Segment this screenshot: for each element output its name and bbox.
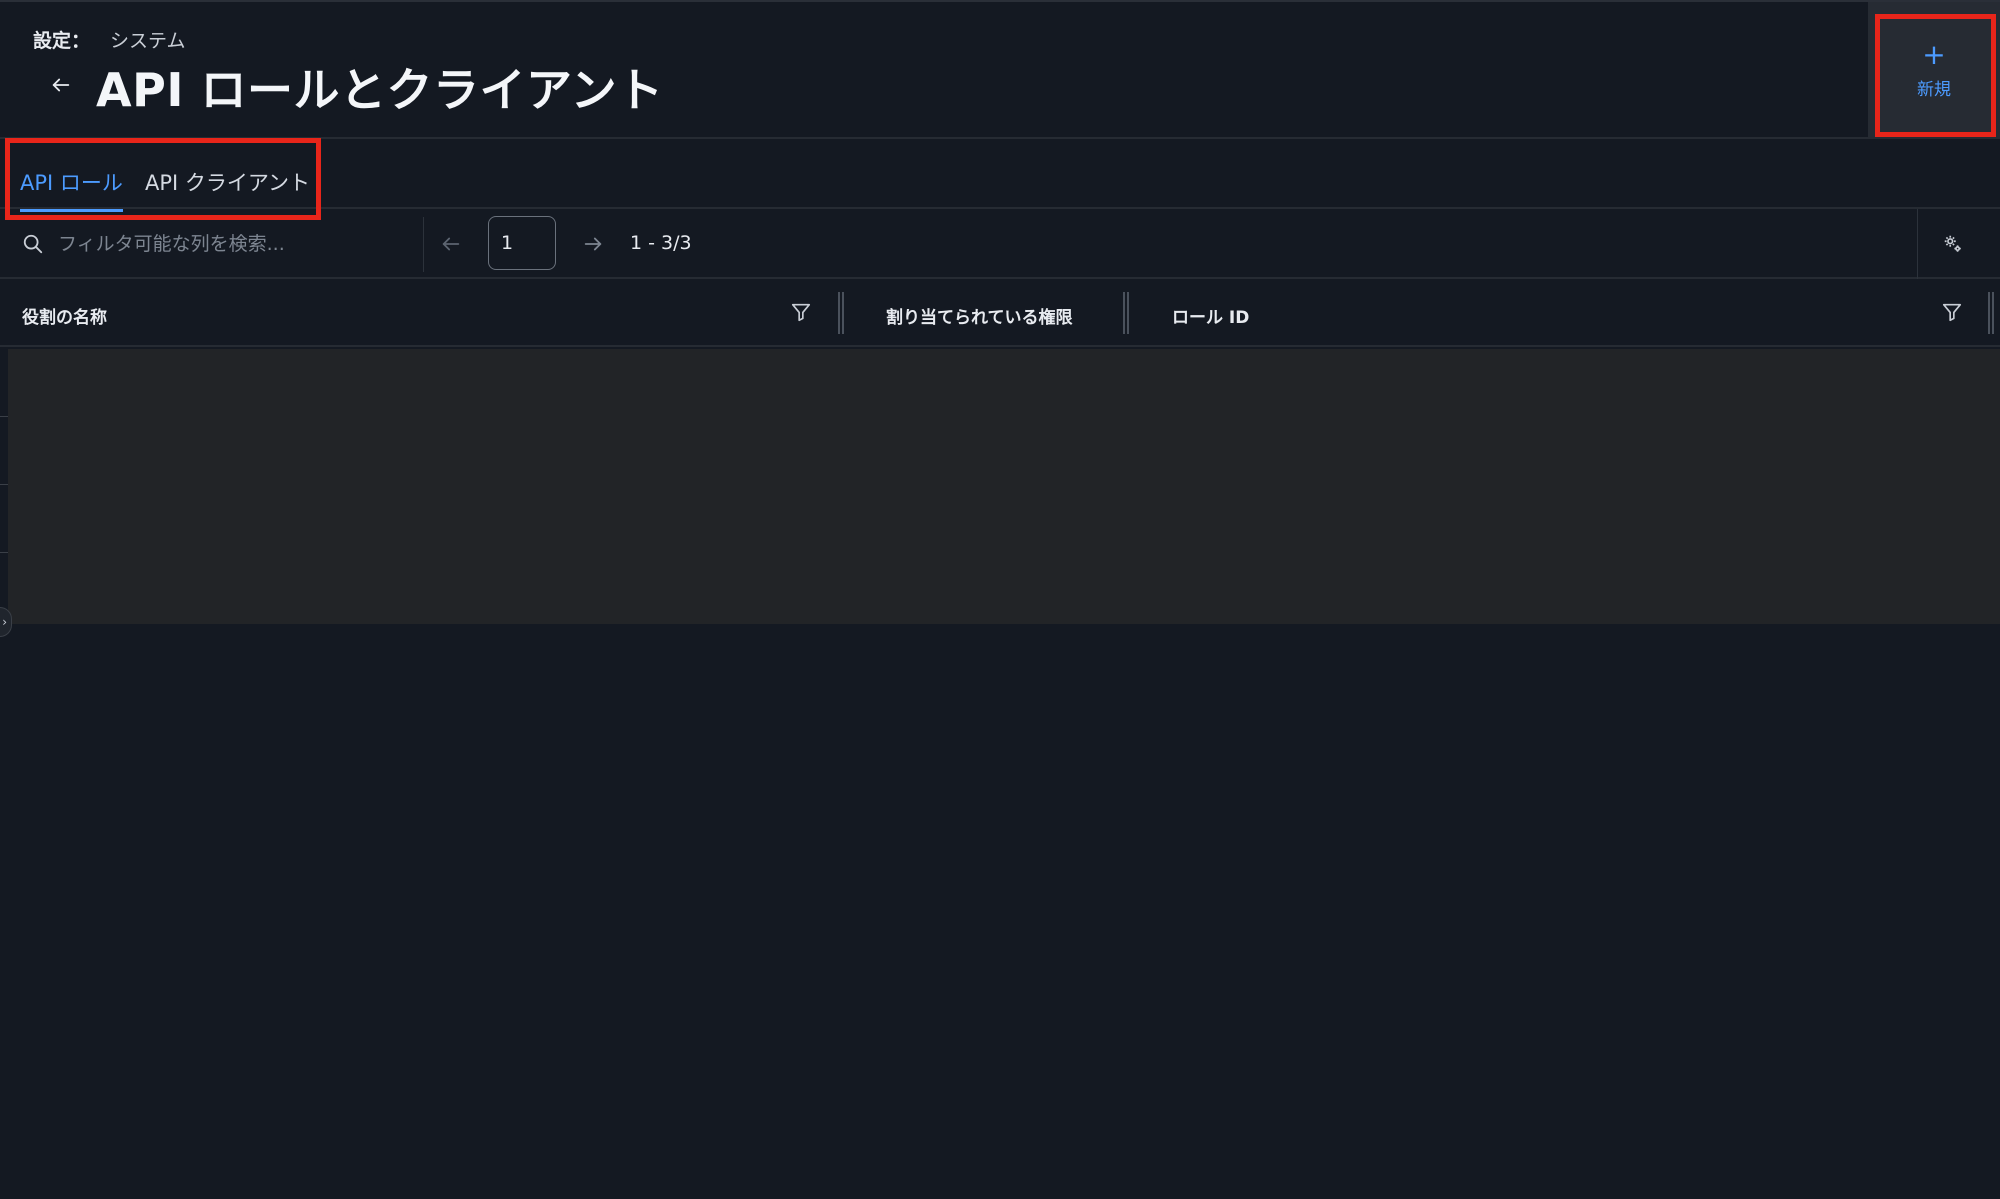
search-icon (22, 233, 44, 255)
pagination-range: 1 - 3/3 (630, 232, 692, 254)
breadcrumb: 設定： システム (33, 26, 185, 53)
previous-page-button[interactable] (436, 229, 466, 259)
page-title: API ロールとクライアント (96, 63, 664, 117)
table-toolbar: 1 - 3/3 (0, 209, 2000, 279)
column-resizer[interactable] (1987, 292, 1995, 334)
breadcrumb-label: 設定： (33, 30, 91, 52)
column-resizer[interactable] (837, 292, 845, 334)
breadcrumb-system-link[interactable]: システム (110, 26, 185, 53)
column-resizer[interactable] (1122, 292, 1130, 334)
column-header-role-name[interactable]: 役割の名称 (22, 303, 107, 328)
column-header-assigned-permissions[interactable]: 割り当てられている権限 (886, 303, 1073, 328)
next-page-button[interactable] (578, 229, 608, 259)
search-input[interactable] (58, 227, 408, 261)
tab-api-clients[interactable]: API クライアント (145, 167, 310, 209)
filter-icon[interactable] (1941, 301, 1963, 323)
plus-icon: + (1922, 38, 1946, 71)
arrow-left-icon (442, 237, 460, 251)
arrow-right-icon (584, 237, 602, 251)
chevron-right-icon: › (2, 615, 7, 629)
page-number-input[interactable] (488, 216, 556, 270)
column-header-role-id[interactable]: ロール ID (1172, 303, 1249, 328)
filter-icon[interactable] (790, 301, 812, 323)
page-header: 設定： システム API ロールとクライアント + 新規 (0, 2, 2000, 139)
new-button-label: 新規 (1917, 80, 1951, 100)
toolbar-divider (423, 217, 424, 272)
arrow-left-icon (52, 78, 70, 92)
row-divider (0, 416, 8, 417)
gear-icon (1944, 235, 1961, 252)
table-settings-button[interactable] (1940, 231, 1966, 257)
toolbar-divider-right (1917, 209, 1918, 279)
row-divider (0, 484, 8, 485)
tab-bar: API ロール API クライアント (0, 139, 2000, 212)
app-window: 設定： システム API ロールとクライアント + 新規 API ロール API… (0, 0, 2000, 1199)
row-divider (0, 552, 8, 553)
table-body (8, 349, 2000, 624)
tab-api-roles[interactable]: API ロール (20, 167, 123, 212)
back-button[interactable] (46, 70, 76, 100)
table-header: 役割の名称 割り当てられている権限 ロール ID (0, 279, 2000, 347)
new-button[interactable]: + 新規 (1868, 2, 2000, 139)
